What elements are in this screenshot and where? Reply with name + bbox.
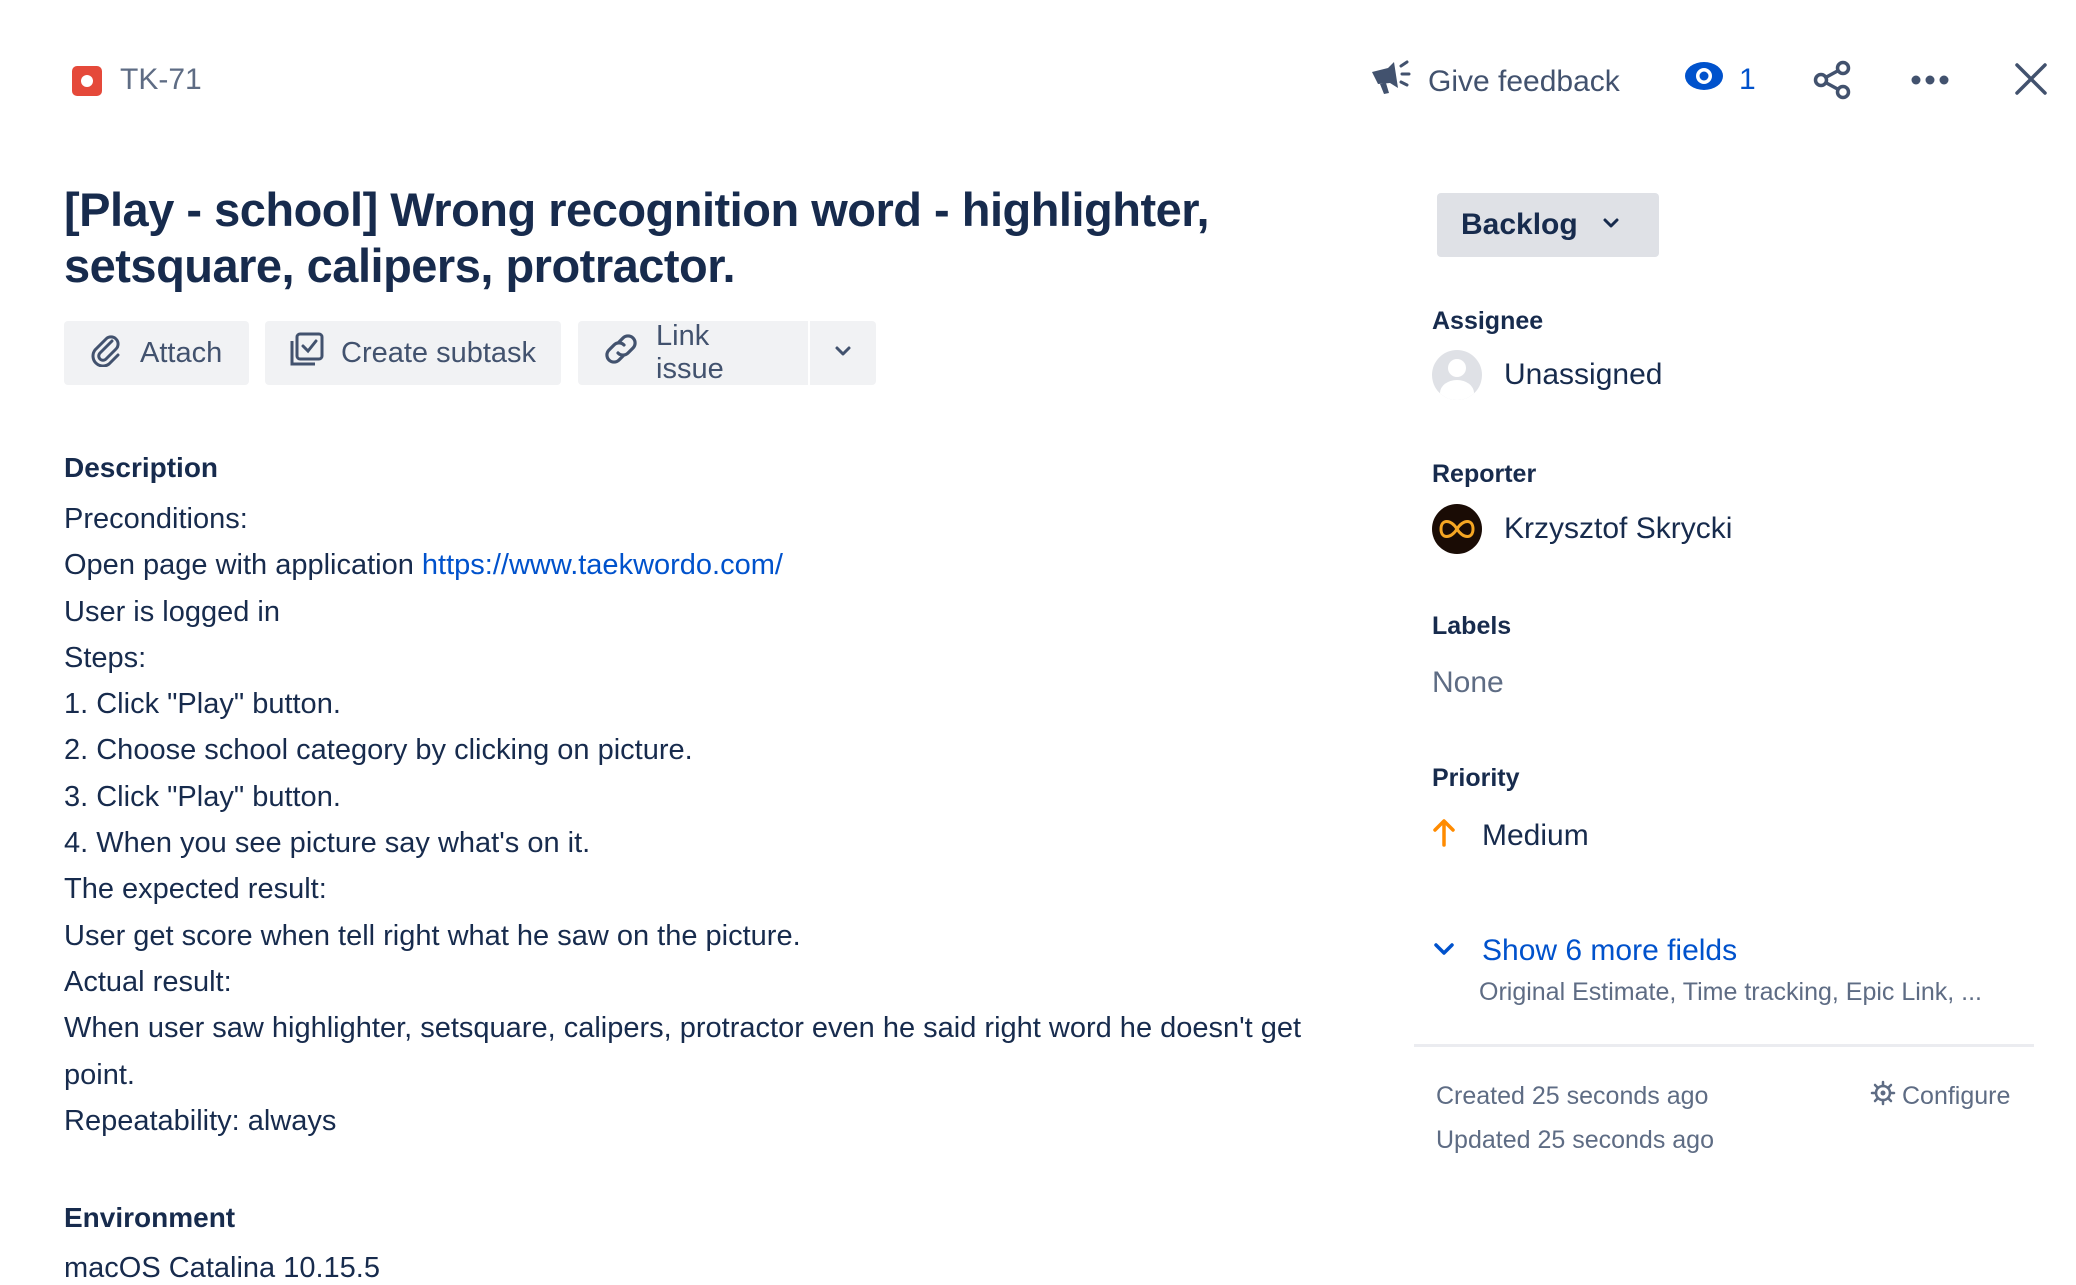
give-feedback-button[interactable]: Give feedback bbox=[1368, 58, 1620, 106]
environment-value[interactable]: macOS Catalina 10.15.5 bbox=[64, 1252, 380, 1285]
description-line: 3. Click "Play" button. bbox=[64, 780, 341, 813]
watch-button[interactable]: 1 bbox=[1683, 60, 1756, 100]
reporter-value: Krzysztof Skrycki bbox=[1504, 512, 1733, 545]
subtask-icon bbox=[289, 331, 325, 375]
link-icon bbox=[602, 331, 640, 375]
gear-icon bbox=[1870, 1080, 1896, 1113]
link-issue-label: Link issue bbox=[656, 320, 724, 385]
eye-icon bbox=[1683, 60, 1725, 100]
description-line: When user saw highlighter, setsquare, ca… bbox=[64, 1012, 1302, 1091]
description-line: Actual result: bbox=[64, 965, 232, 998]
reporter-field[interactable]: Krzysztof Skrycki bbox=[1432, 504, 1732, 554]
watch-count: 1 bbox=[1739, 63, 1756, 96]
description-line: Preconditions: bbox=[64, 503, 248, 535]
updated-timestamp: Updated 25 seconds ago bbox=[1436, 1126, 1714, 1154]
reporter-avatar bbox=[1432, 504, 1482, 554]
bug-issue-type-icon[interactable] bbox=[72, 66, 102, 96]
description-line: Repeatability: always bbox=[64, 1104, 337, 1137]
more-fields-summary: Original Estimate, Time tracking, Epic L… bbox=[1479, 978, 1982, 1006]
configure-button[interactable]: Configure bbox=[1870, 1080, 2010, 1113]
description-line-text: Open page with application bbox=[64, 549, 422, 582]
created-timestamp: Created 25 seconds ago bbox=[1436, 1082, 1709, 1110]
environment-heading: Environment bbox=[64, 1202, 236, 1233]
sidebar-divider bbox=[1414, 1044, 2034, 1047]
priority-value: Medium bbox=[1482, 819, 1589, 852]
attach-label: Attach bbox=[140, 336, 223, 369]
priority-label: Priority bbox=[1432, 764, 1520, 792]
assignee-field[interactable]: Unassigned bbox=[1432, 350, 1662, 400]
show-more-fields-button[interactable]: Show 6 more fields bbox=[1432, 934, 1737, 968]
create-subtask-button[interactable]: Create subtask bbox=[265, 321, 561, 385]
description-line: The expected result: bbox=[64, 873, 327, 906]
share-icon[interactable] bbox=[1812, 60, 1852, 105]
description-line: Steps: bbox=[64, 641, 147, 674]
create-subtask-label: Create subtask bbox=[341, 336, 537, 369]
link-issue-button[interactable]: Link issue bbox=[578, 320, 808, 385]
description-line: User get score when tell right what he s… bbox=[64, 919, 801, 952]
paperclip-icon bbox=[88, 331, 124, 375]
issue-title[interactable]: [Play - school] Wrong recognition word -… bbox=[64, 182, 1314, 294]
chevron-down-icon bbox=[832, 337, 854, 370]
chevron-down-icon bbox=[1600, 208, 1622, 242]
assignee-value: Unassigned bbox=[1504, 358, 1663, 391]
issue-key-link[interactable]: TK-71 bbox=[120, 62, 202, 98]
description-line: Open page with application https://www.t… bbox=[64, 542, 1324, 588]
priority-field[interactable]: Medium bbox=[1432, 817, 1589, 855]
assignee-label: Assignee bbox=[1432, 307, 1544, 335]
description-line: User is logged in bbox=[64, 595, 280, 628]
bug-icon-dot bbox=[81, 75, 93, 87]
status-label: Backlog bbox=[1461, 208, 1578, 241]
status-dropdown[interactable]: Backlog bbox=[1437, 193, 1659, 257]
description-line: 1. Click "Play" button. bbox=[64, 688, 341, 721]
description-body[interactable]: Preconditions: Open page with applicatio… bbox=[64, 496, 1324, 1144]
reporter-label: Reporter bbox=[1432, 460, 1537, 488]
unassigned-avatar-icon bbox=[1432, 350, 1482, 400]
description-line: 2. Choose school category by clicking on… bbox=[64, 734, 693, 767]
labels-field[interactable]: None bbox=[1432, 666, 1504, 700]
application-url-link[interactable]: https://www.taekwordo.com/ bbox=[422, 549, 783, 581]
arrow-up-icon bbox=[1432, 817, 1456, 855]
labels-label: Labels bbox=[1432, 612, 1512, 640]
show-more-fields-label: Show 6 more fields bbox=[1482, 934, 1738, 967]
more-actions-icon[interactable] bbox=[1908, 60, 1952, 105]
configure-label: Configure bbox=[1902, 1082, 2011, 1110]
description-heading: Description bbox=[64, 452, 219, 483]
attach-button[interactable]: Attach bbox=[64, 321, 249, 385]
chevron-down-icon bbox=[1432, 934, 1456, 968]
megaphone-icon bbox=[1368, 58, 1412, 106]
more-actions-dropdown[interactable] bbox=[810, 321, 876, 385]
give-feedback-label: Give feedback bbox=[1428, 65, 1620, 98]
description-line: 4. When you see picture say what's on it… bbox=[64, 827, 591, 860]
close-icon[interactable] bbox=[2010, 58, 2052, 105]
